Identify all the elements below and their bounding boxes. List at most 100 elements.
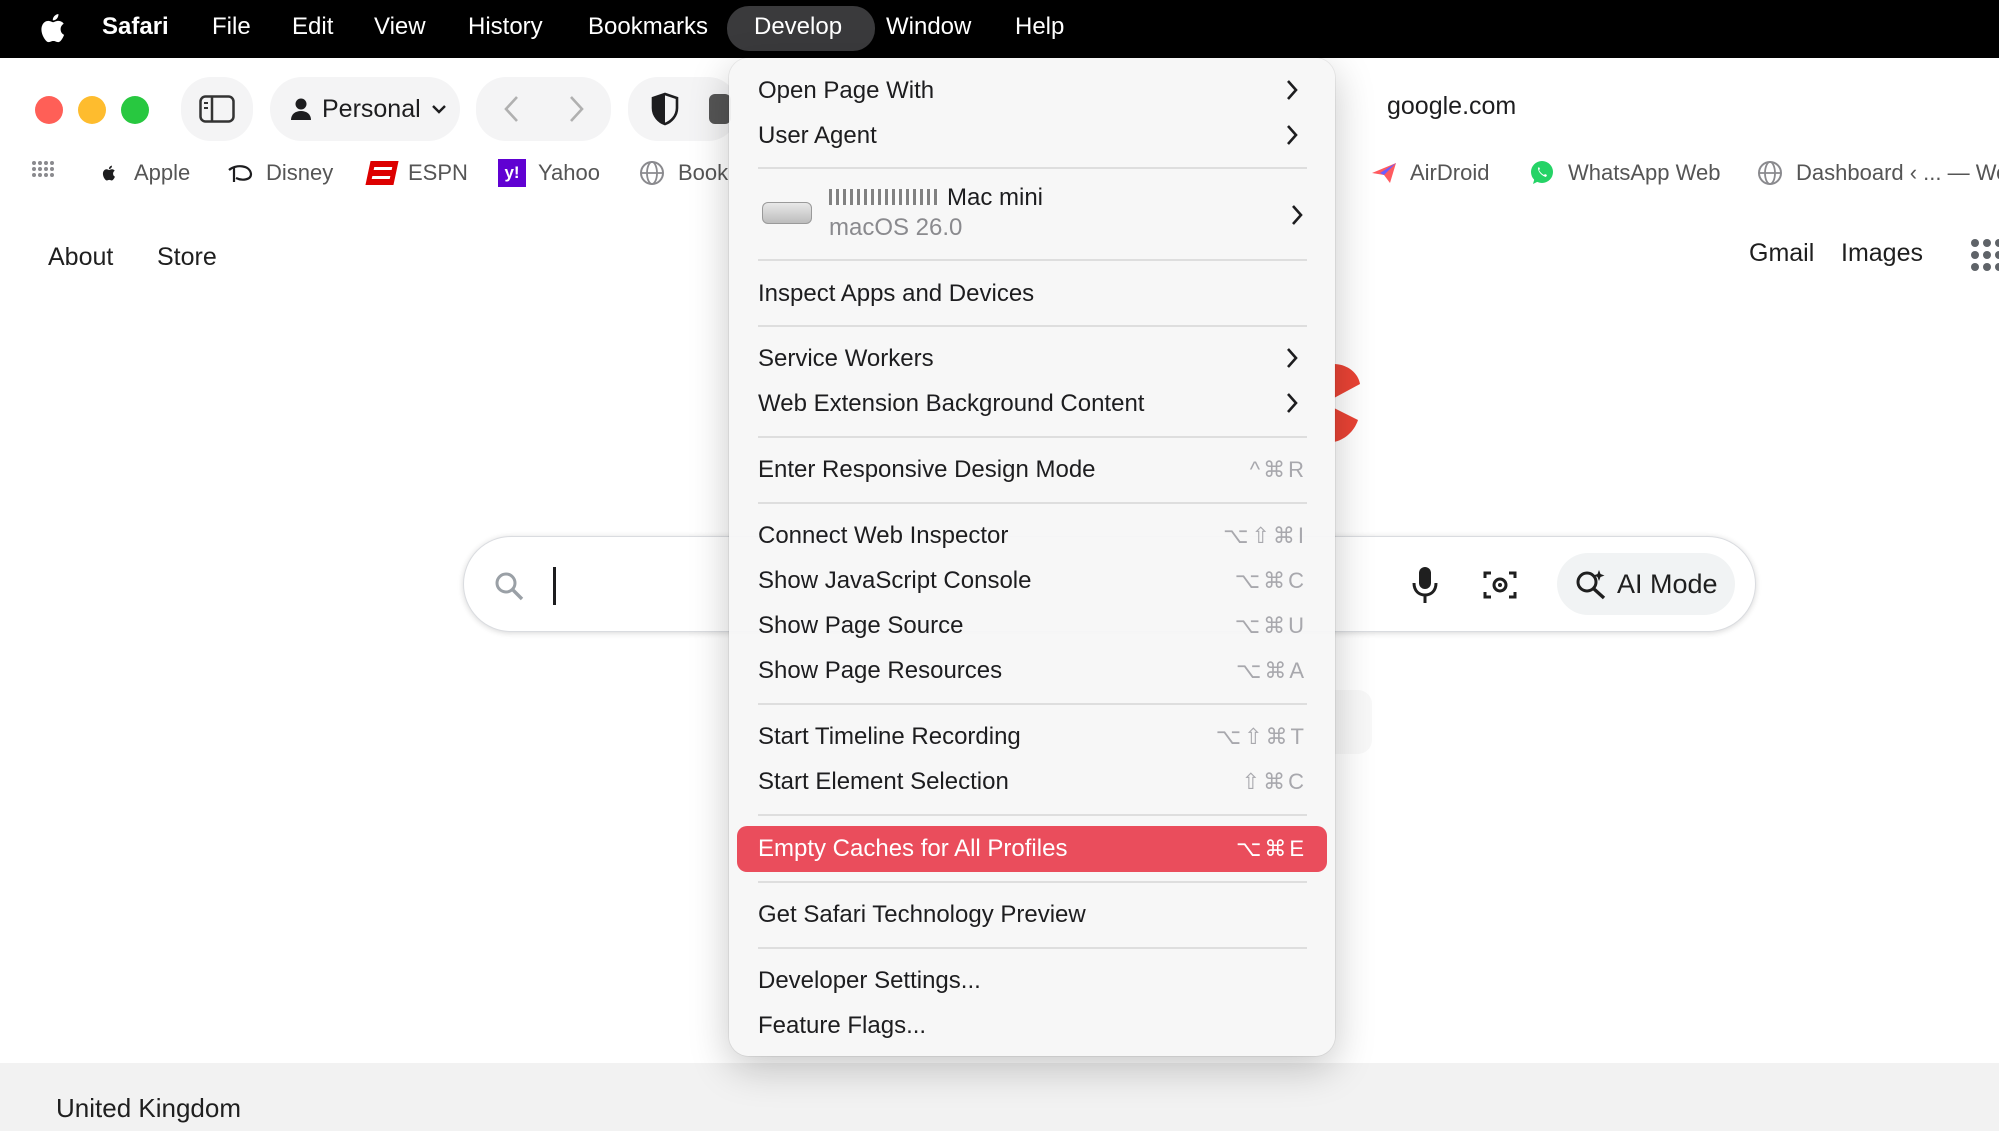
menu-item-open-page-with[interactable]: Open Page With [758, 69, 1307, 113]
bookmark-espn[interactable]: ESPN [365, 155, 468, 191]
menu-item-label: Get Safari Technology Preview [758, 901, 1086, 928]
airdroid-icon [1370, 159, 1398, 187]
menu-item-label: Show JavaScript Console [758, 567, 1032, 594]
mac-mini-icon [762, 202, 812, 224]
apple-menu-icon[interactable] [36, 11, 66, 45]
menu-safari[interactable]: Safari [102, 0, 169, 58]
microphone-icon[interactable] [1411, 565, 1439, 605]
gmail-link[interactable]: Gmail [1749, 239, 1814, 268]
menu-item-shortcut: ^⌘R [1249, 457, 1307, 482]
menu-item-label: Show Page Source [758, 612, 964, 639]
bookmark-apple[interactable]: Apple [94, 155, 190, 191]
profile-button[interactable]: Personal [270, 77, 460, 141]
grid-apps-icon[interactable] [31, 160, 55, 178]
menu-item-shortcut: ⌥⇧⌘I [1223, 523, 1307, 548]
menu-separator [758, 947, 1307, 949]
menu-item-shortcut: ⌥⌘A [1235, 658, 1307, 683]
menu-item-inspect-apps[interactable]: Inspect Apps and Devices [758, 272, 1307, 316]
shield-icon[interactable] [651, 92, 679, 126]
menu-separator [758, 259, 1307, 261]
menu-item-web-extension-background[interactable]: Web Extension Background Content [758, 382, 1307, 426]
menu-item-label: User Agent [758, 122, 877, 149]
menu-history[interactable]: History [468, 0, 543, 58]
bookmark-label: Dashboard ‹ ... — Wo [1796, 160, 1999, 185]
chevron-right-icon [1287, 125, 1298, 145]
images-link[interactable]: Images [1841, 239, 1923, 268]
menu-separator [758, 436, 1307, 438]
menu-item-developer-settings[interactable]: Developer Settings... [758, 959, 1307, 1003]
menu-separator [758, 325, 1307, 327]
menu-help[interactable]: Help [1015, 0, 1064, 58]
menu-item-user-agent[interactable]: User Agent [758, 114, 1307, 158]
menu-file[interactable]: File [212, 0, 251, 58]
globe-icon [1756, 159, 1784, 187]
menu-item-label: Web Extension Background Content [758, 390, 1145, 417]
menu-develop[interactable]: Develop [754, 0, 842, 58]
menu-item-empty-caches[interactable]: Empty Caches for All Profiles ⌥⌘E [758, 827, 1307, 871]
menu-item-element-selection[interactable]: Start Element Selection ⇧⌘C [758, 760, 1307, 804]
chevron-down-icon [431, 105, 446, 114]
chevron-right-icon [1287, 348, 1298, 368]
bookmark-label: WhatsApp Web [1568, 160, 1721, 185]
menu-item-label: Feature Flags... [758, 1012, 927, 1039]
device-os: macOS 26.0 [829, 214, 963, 241]
bookmark-label: AirDroid [1410, 160, 1490, 185]
chevron-right-icon [1292, 205, 1303, 225]
menu-item-shortcut: ⌥⌘C [1234, 568, 1307, 593]
address-text: google.com [1387, 92, 1517, 120]
bookmark-label: ESPN [408, 160, 468, 185]
bookmark-label: Yahoo [538, 160, 600, 185]
menu-item-javascript-console[interactable]: Show JavaScript Console ⌥⌘C [758, 559, 1307, 603]
bookmark-book[interactable]: Book [638, 155, 728, 191]
menu-bar: Safari File Edit View History Bookmarks … [0, 0, 1999, 58]
bookmark-dashboard[interactable]: Dashboard ‹ ... — Wo [1756, 155, 1999, 191]
chevron-right-icon [1287, 80, 1298, 100]
menu-item-responsive-design-mode[interactable]: Enter Responsive Design Mode ^⌘R [758, 448, 1307, 492]
profile-label: Personal [322, 94, 421, 123]
menu-item-safari-technology-preview[interactable]: Get Safari Technology Preview [758, 893, 1307, 937]
menu-item-label: Service Workers [758, 345, 934, 372]
menu-item-label: Start Timeline Recording [758, 723, 1021, 750]
bookmark-label: Apple [134, 160, 191, 185]
menu-view[interactable]: View [374, 0, 426, 58]
minimize-window-button[interactable] [78, 96, 106, 124]
forward-icon[interactable] [568, 94, 586, 124]
bookmark-whatsapp[interactable]: WhatsApp Web [1528, 155, 1720, 191]
menu-window[interactable]: Window [886, 0, 971, 58]
menu-bookmarks[interactable]: Bookmarks [588, 0, 708, 58]
about-link[interactable]: About [48, 243, 113, 272]
menu-item-label: Open Page With [758, 77, 935, 104]
apple-icon [94, 159, 122, 187]
menu-item-page-source[interactable]: Show Page Source ⌥⌘U [758, 604, 1307, 648]
back-icon[interactable] [502, 94, 520, 124]
close-window-button[interactable] [35, 96, 63, 124]
globe-icon [638, 159, 666, 187]
navigation-buttons [476, 77, 611, 141]
bookmark-disney[interactable]: Disney [226, 155, 333, 191]
sidebar-icon [199, 95, 235, 123]
menu-separator [758, 703, 1307, 705]
extension-icon[interactable] [709, 94, 731, 124]
bookmark-airdroid[interactable]: AirDroid [1370, 155, 1489, 191]
whatsapp-icon [1528, 159, 1556, 187]
menu-item-page-resources[interactable]: Show Page Resources ⌥⌘A [758, 649, 1307, 693]
store-link[interactable]: Store [157, 243, 217, 272]
page-footer [0, 1063, 1999, 1131]
footer-country: United Kingdom [56, 1093, 241, 1123]
menu-item-feature-flags[interactable]: Feature Flags... [758, 1004, 1307, 1048]
yahoo-icon: y! [498, 159, 526, 187]
redacted-device-owner [829, 189, 939, 205]
menu-item-service-workers[interactable]: Service Workers [758, 337, 1307, 381]
zoom-window-button[interactable] [121, 96, 149, 124]
ai-mode-button[interactable]: AI Mode [1557, 553, 1735, 615]
camera-search-icon[interactable] [1482, 568, 1518, 602]
google-apps-icon[interactable] [1970, 238, 1999, 272]
menu-edit[interactable]: Edit [292, 0, 333, 58]
menu-item-timeline-recording[interactable]: Start Timeline Recording ⌥⇧⌘T [758, 715, 1307, 759]
menu-item-shortcut: ⌥⇧⌘T [1215, 724, 1307, 749]
menu-item-label: Connect Web Inspector [758, 522, 1009, 549]
menu-separator [758, 502, 1307, 504]
ai-mode-label: AI Mode [1617, 568, 1718, 599]
menu-item-connect-web-inspector[interactable]: Connect Web Inspector ⌥⇧⌘I [758, 514, 1307, 558]
bookmark-yahoo[interactable]: y! Yahoo [498, 155, 600, 191]
